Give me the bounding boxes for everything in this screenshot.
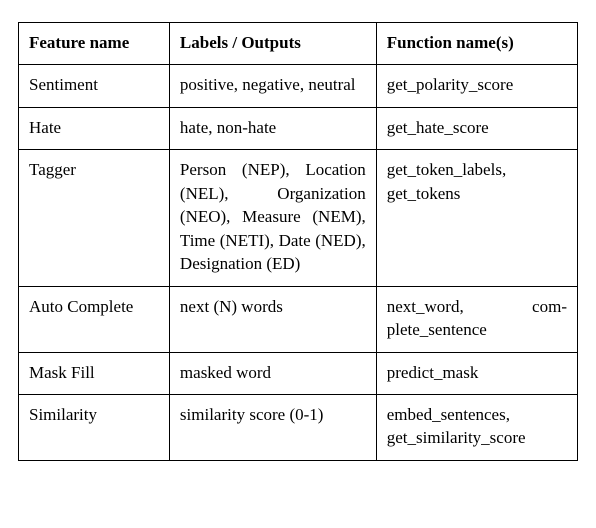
header-functions: Function name(s) <box>376 23 577 65</box>
cell-labels: masked word <box>169 352 376 394</box>
cell-labels: Person (NEP), Loca­tion (NEL), Organiza­… <box>169 150 376 286</box>
table-row: Sentiment positive, negative, neu­tral g… <box>19 65 578 107</box>
cell-functions: embed_sentences, get_similarity_score <box>376 394 577 460</box>
fn-part-a: next_word, <box>387 297 464 316</box>
table-header-row: Feature name Labels / Outputs Function n… <box>19 23 578 65</box>
cell-feature: Hate <box>19 107 170 149</box>
cell-functions: get_token_labels, get_tokens <box>376 150 577 286</box>
cell-labels: similarity score (0-1) <box>169 394 376 460</box>
cell-labels: hate, non-hate <box>169 107 376 149</box>
cell-functions: get_hate_score <box>376 107 577 149</box>
cell-feature: Tagger <box>19 150 170 286</box>
cell-labels: next (N) words <box>169 286 376 352</box>
features-table: Feature name Labels / Outputs Function n… <box>18 22 578 461</box>
cell-feature: Auto Complete <box>19 286 170 352</box>
table-row: Similarity similarity score (0-1) embed_… <box>19 394 578 460</box>
header-feature: Feature name <box>19 23 170 65</box>
cell-functions: get_polarity_score <box>376 65 577 107</box>
cell-labels: positive, negative, neu­tral <box>169 65 376 107</box>
table-row: Mask Fill masked word predict_mask <box>19 352 578 394</box>
header-labels: Labels / Outputs <box>169 23 376 65</box>
cell-functions: predict_mask <box>376 352 577 394</box>
cell-feature: Similarity <box>19 394 170 460</box>
cell-feature: Mask Fill <box>19 352 170 394</box>
cell-functions: next_word, com­plete_sentence <box>376 286 577 352</box>
table-row: Hate hate, non-hate get_hate_score <box>19 107 578 149</box>
table-row: Tagger Person (NEP), Loca­tion (NEL), Or… <box>19 150 578 286</box>
table-row: Auto Complete next (N) words next_word, … <box>19 286 578 352</box>
cell-feature: Sentiment <box>19 65 170 107</box>
